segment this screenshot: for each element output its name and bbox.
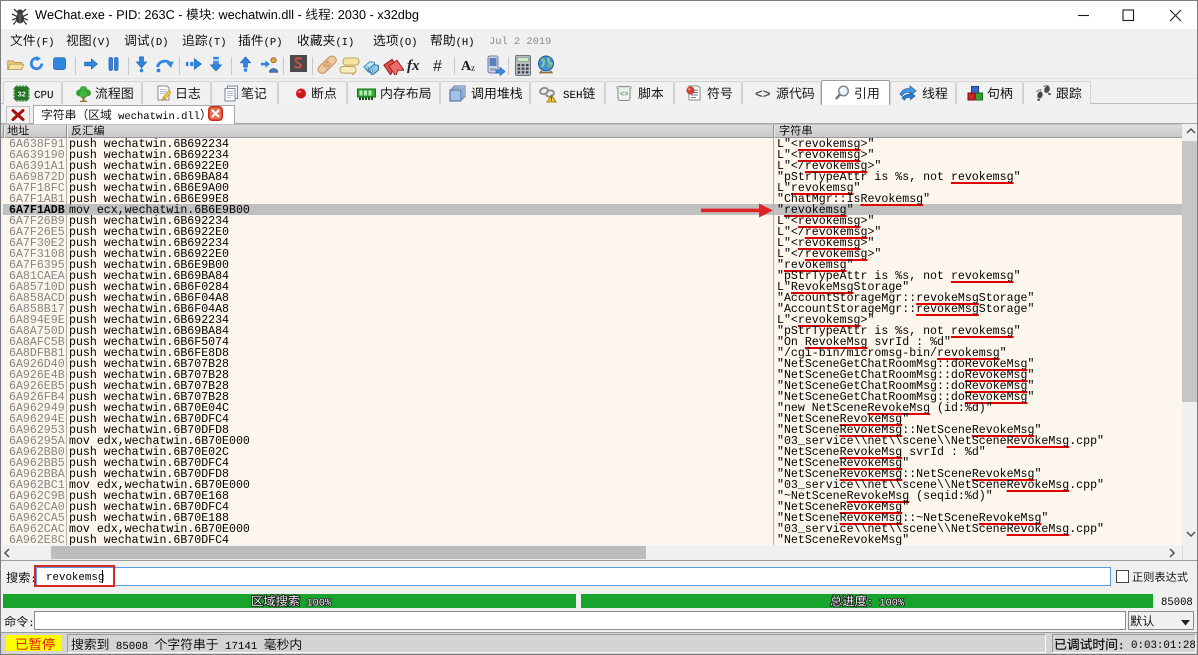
svg-text:<>: <> bbox=[620, 91, 628, 99]
svg-text:z: z bbox=[471, 63, 475, 73]
svg-text:32: 32 bbox=[18, 90, 26, 99]
svg-text:fx: fx bbox=[407, 58, 420, 73]
svg-text:#: # bbox=[433, 58, 442, 74]
svg-text:!: ! bbox=[550, 96, 552, 103]
svg-text:<>: <> bbox=[755, 87, 771, 102]
